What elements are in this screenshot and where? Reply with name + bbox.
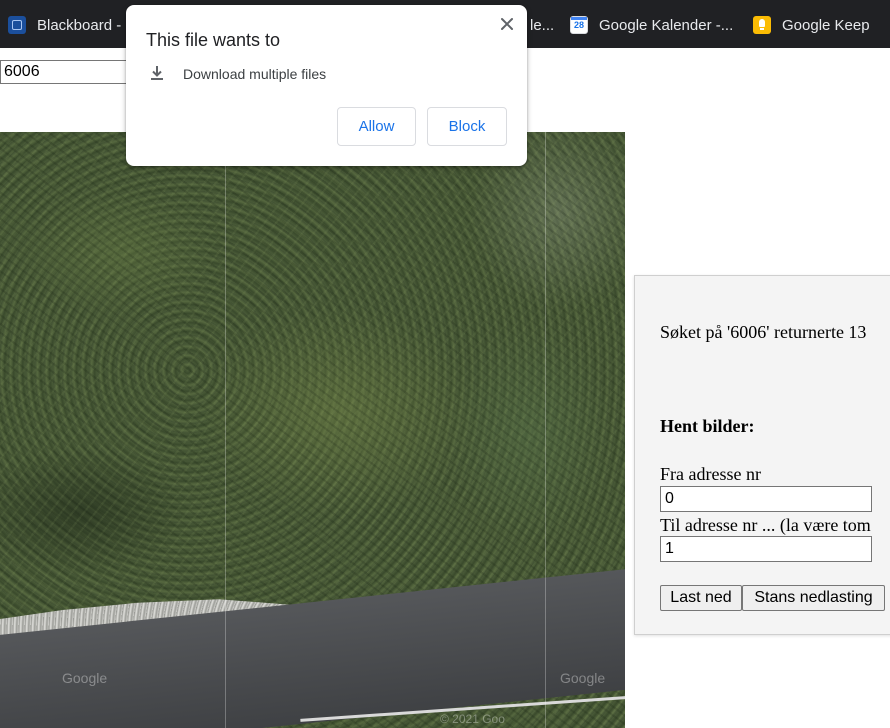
google-calendar-icon: 28 (570, 16, 588, 34)
download-panel: Søket på '6006' returnerte 13 Hent bilde… (634, 275, 890, 635)
bookmark-label: Google Keep (782, 16, 870, 34)
search-input[interactable] (0, 60, 132, 84)
permission-text: Download multiple files (183, 66, 327, 82)
close-icon[interactable] (496, 13, 518, 35)
map-watermark: Google (62, 670, 108, 686)
stop-download-button[interactable]: Stans nedlasting (742, 585, 885, 611)
calendar-date-badge: 28 (573, 20, 584, 30)
allow-button[interactable]: Allow (337, 107, 416, 146)
bookmark-truncated[interactable]: le... (530, 12, 554, 38)
bookmark-blackboard[interactable]: Blackboard - (8, 12, 121, 38)
map-copyright: © 2021 Goo (440, 712, 505, 726)
blackboard-icon (8, 16, 26, 34)
search-result-text: Søket på '6006' returnerte 13 (660, 322, 867, 342)
bookmark-google-calendar[interactable]: 28 Google Kalender -... (570, 12, 733, 38)
satellite-map[interactable]: Google Google © 2021 Goo (0, 132, 625, 728)
download-heading: Hent bilder: (660, 416, 755, 436)
popup-title: This file wants to (146, 30, 281, 50)
download-icon (148, 64, 166, 82)
from-address-label: Fra adresse nr (660, 464, 761, 484)
from-address-input[interactable] (660, 486, 872, 512)
bookmark-label: le... (530, 16, 555, 34)
google-keep-icon (753, 16, 771, 34)
bookmark-label: Blackboard - (37, 16, 122, 34)
download-permission-popup: This file wants to Download multiple fil… (126, 5, 527, 166)
block-button[interactable]: Block (427, 107, 507, 146)
to-address-label: Til adresse nr ... (la være tom (660, 515, 871, 535)
map-tile-seam (545, 132, 546, 728)
bookmark-label: Google Kalender -... (599, 16, 734, 34)
map-tile-seam (225, 132, 226, 728)
map-watermark: Google (560, 670, 606, 686)
download-button[interactable]: Last ned (660, 585, 742, 611)
to-address-input[interactable] (660, 536, 872, 562)
bookmark-google-keep[interactable]: Google Keep (753, 12, 870, 38)
